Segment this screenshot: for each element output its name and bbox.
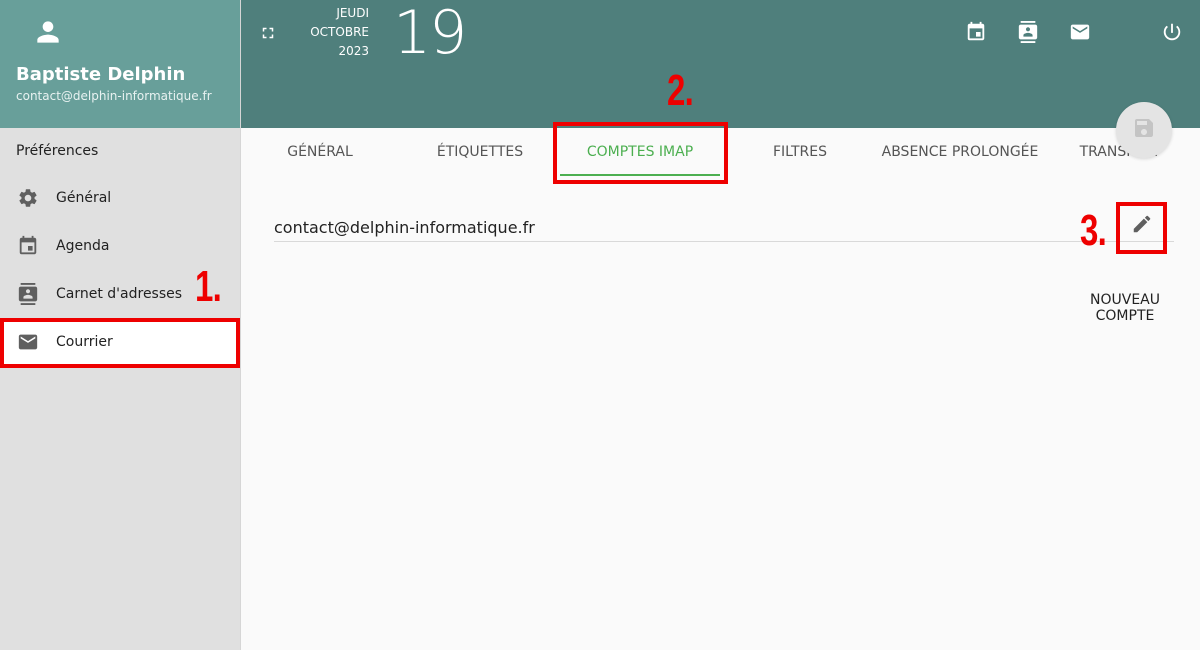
- annotation-box-1: [0, 318, 240, 368]
- power-icon[interactable]: [1160, 20, 1184, 44]
- year: 2023: [338, 44, 369, 58]
- calendar-icon[interactable]: [964, 20, 988, 44]
- tab-vacation[interactable]: ABSENCE PROLONGÉE: [880, 128, 1040, 176]
- mail-icon[interactable]: [1068, 20, 1092, 44]
- annotation-step-2: 2.: [667, 66, 694, 115]
- date-block: JEUDI OCTOBRE 2023: [303, 4, 369, 61]
- save-button[interactable]: [1116, 102, 1172, 158]
- day-number: 19: [393, 0, 467, 68]
- fullscreen-icon[interactable]: [259, 24, 277, 42]
- annotation-box-2: [553, 122, 728, 184]
- preferences-heading: Préférences: [16, 143, 99, 159]
- sidebar-item-label: Général: [56, 190, 112, 206]
- new-account-button[interactable]: NOUVEAU COMPTE: [1060, 292, 1190, 324]
- contacts-icon: [16, 282, 40, 306]
- gear-icon: [16, 186, 40, 210]
- tab-general[interactable]: GÉNÉRAL: [240, 128, 400, 176]
- weekday: JEUDI: [336, 6, 369, 20]
- user-email: contact@delphin-informatique.fr: [16, 89, 212, 103]
- month: OCTOBRE: [310, 25, 369, 39]
- annotation-step-1: 1.: [195, 262, 222, 311]
- sidebar-item-label: Agenda: [56, 238, 110, 254]
- save-icon: [1132, 116, 1156, 144]
- user-panel: Baptiste Delphin contact@delphin-informa…: [0, 0, 240, 128]
- person-icon: [32, 16, 64, 48]
- sidebar-item-label: Carnet d'adresses: [56, 286, 183, 302]
- tab-filters[interactable]: FILTRES: [720, 128, 880, 176]
- user-name: Baptiste Delphin: [16, 64, 186, 85]
- sidebar-item-general[interactable]: Général: [0, 174, 240, 222]
- calendar-icon: [16, 234, 40, 258]
- annotation-box-3: [1116, 202, 1167, 254]
- tab-labels[interactable]: ÉTIQUETTES: [400, 128, 560, 176]
- annotation-step-3: 3.: [1080, 206, 1107, 255]
- account-email: contact@delphin-informatique.fr: [274, 218, 535, 237]
- header-bar: JEUDI OCTOBRE 2023 19: [241, 0, 1200, 128]
- contacts-icon[interactable]: [1016, 20, 1040, 44]
- account-row[interactable]: contact@delphin-informatique.fr: [274, 208, 1174, 242]
